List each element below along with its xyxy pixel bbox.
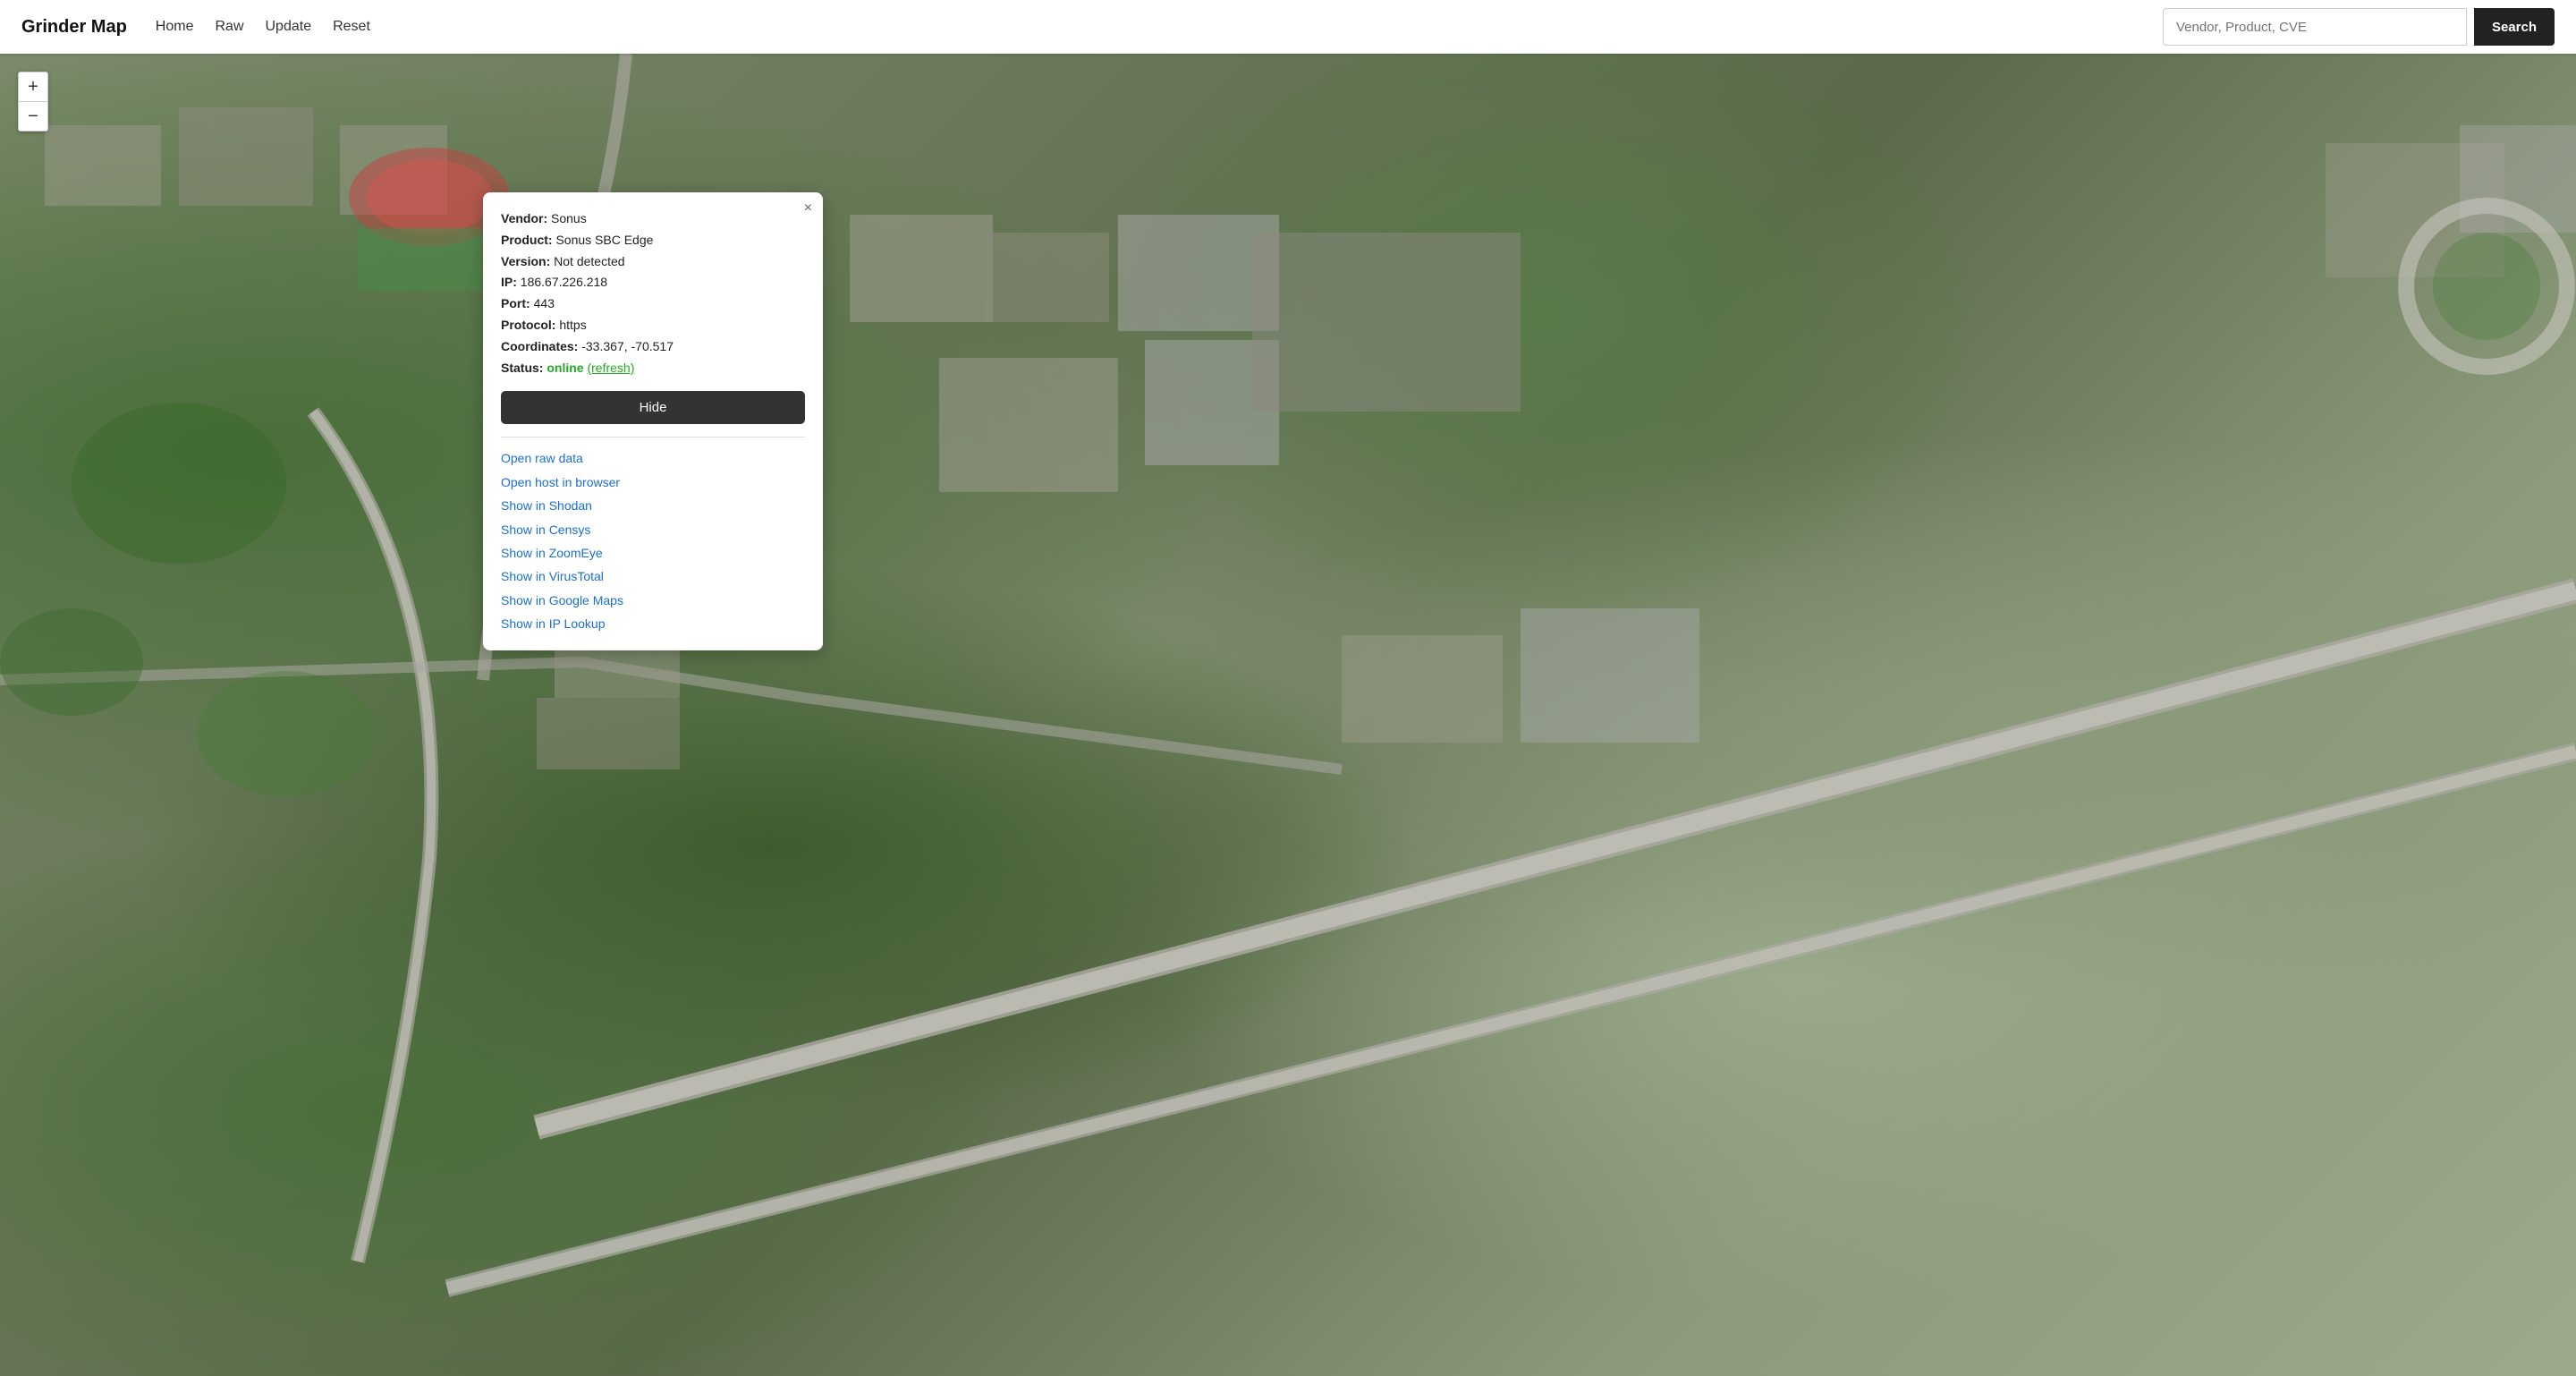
popup-status-row: Status: online (refresh) (501, 358, 805, 379)
vendor-label: Vendor: (501, 211, 547, 225)
link-ip-lookup[interactable]: Show in IP Lookup (501, 614, 805, 633)
link-open-browser[interactable]: Open host in browser (501, 472, 805, 492)
search-input[interactable] (2163, 8, 2467, 46)
popup-ip-row: IP: 186.67.226.218 (501, 272, 805, 293)
link-censys[interactable]: Show in Censys (501, 520, 805, 539)
ip-value: 186.67.226.218 (521, 275, 607, 289)
product-value: Sonus SBC Edge (555, 233, 653, 247)
port-label: Port: (501, 296, 530, 310)
map-container[interactable]: + − × Vendor: Sonus Product: Sonus SBC E… (0, 54, 2576, 1376)
nav-raw[interactable]: Raw (215, 19, 243, 35)
protocol-label: Protocol: (501, 318, 555, 332)
popup-vendor-row: Vendor: Sonus (501, 208, 805, 230)
nav-home[interactable]: Home (156, 19, 194, 35)
popup-version-row: Version: Not detected (501, 251, 805, 273)
link-shodan[interactable]: Show in Shodan (501, 496, 805, 515)
status-label: Status: (501, 361, 543, 375)
link-zoomeye[interactable]: Show in ZoomEye (501, 543, 805, 563)
nav-links: Home Raw Update Reset (156, 19, 2163, 35)
popup-info: Vendor: Sonus Product: Sonus SBC Edge Ve… (501, 208, 805, 378)
link-virustotal[interactable]: Show in VirusTotal (501, 566, 805, 586)
vendor-value: Sonus (551, 211, 587, 225)
popup-coordinates-row: Coordinates: -33.367, -70.517 (501, 336, 805, 358)
link-open-raw[interactable]: Open raw data (501, 448, 805, 468)
zoom-out-button[interactable]: − (19, 102, 47, 131)
refresh-link[interactable]: (refresh) (587, 361, 634, 375)
navbar: Grinder Map Home Raw Update Reset Search (0, 0, 2576, 54)
protocol-value: https (559, 318, 586, 332)
hide-button[interactable]: Hide (501, 391, 805, 424)
popup-protocol-row: Protocol: https (501, 315, 805, 336)
version-label: Version: (501, 254, 550, 268)
product-label: Product: (501, 233, 553, 247)
nav-reset[interactable]: Reset (333, 19, 370, 35)
nav-update[interactable]: Update (266, 19, 312, 35)
info-popup: × Vendor: Sonus Product: Sonus SBC Edge … (483, 192, 823, 650)
app-brand: Grinder Map (21, 17, 127, 38)
port-value: 443 (534, 296, 555, 310)
status-value: online (547, 361, 583, 375)
coordinates-value: -33.367, -70.517 (581, 339, 674, 353)
zoom-in-button[interactable]: + (19, 72, 47, 101)
popup-links: Open raw data Open host in browser Show … (501, 448, 805, 633)
search-area: Search (2163, 8, 2555, 46)
map-overlay (0, 54, 2576, 1376)
ip-label: IP: (501, 275, 517, 289)
search-button[interactable]: Search (2474, 8, 2555, 46)
popup-close-button[interactable]: × (804, 201, 812, 216)
link-google-maps[interactable]: Show in Google Maps (501, 590, 805, 610)
version-value: Not detected (554, 254, 624, 268)
coordinates-label: Coordinates: (501, 339, 578, 353)
map-controls: + − (18, 72, 48, 132)
popup-port-row: Port: 443 (501, 293, 805, 315)
popup-product-row: Product: Sonus SBC Edge (501, 230, 805, 251)
